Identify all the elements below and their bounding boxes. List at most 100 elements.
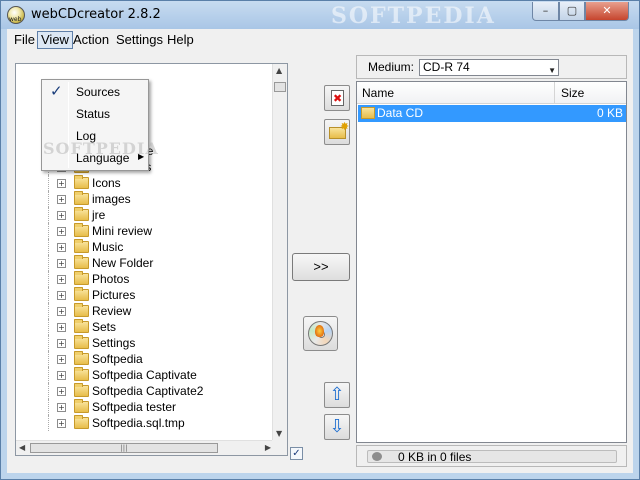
- expand-icon[interactable]: +: [57, 371, 66, 380]
- tree-connector: [48, 335, 49, 351]
- expand-icon[interactable]: +: [57, 419, 66, 428]
- tree-row[interactable]: + jre: [16, 207, 274, 223]
- title-bar[interactable]: web webCDcreator 2.8.2 SOFTPEDIA – ▢ ✕: [1, 1, 639, 29]
- cd-contents-list[interactable]: Name Size Data CD 0 KB: [356, 81, 627, 443]
- tree-horizontal-scrollbar[interactable]: ◀ ||| ▶: [16, 440, 274, 455]
- tree-row-label: Icons: [92, 176, 121, 190]
- tree-row-label: Mini review: [92, 224, 153, 238]
- folder-icon: [74, 351, 89, 365]
- tree-row[interactable]: + Mini review: [16, 223, 274, 239]
- expand-icon[interactable]: +: [57, 259, 66, 268]
- tree-row[interactable]: + Review: [16, 303, 274, 319]
- menu-help[interactable]: Help: [164, 31, 197, 49]
- expand-icon[interactable]: +: [57, 291, 66, 300]
- scroll-up-icon[interactable]: ▲: [276, 66, 282, 75]
- move-down-button[interactable]: ⇩: [324, 414, 350, 440]
- expand-icon[interactable]: +: [57, 307, 66, 316]
- folder-icon: [74, 239, 89, 253]
- tree-row-label: Softpedia Captivate2: [92, 384, 204, 398]
- move-up-button[interactable]: ⇧: [324, 382, 350, 408]
- tree-connector: [48, 175, 49, 191]
- tree-row-label: images: [92, 192, 131, 206]
- expand-icon[interactable]: +: [57, 227, 66, 236]
- tree-row-label: Softpedia.sql.tmp: [92, 416, 185, 430]
- tree-row[interactable]: + Softpedia Captivate: [16, 367, 274, 383]
- menu-item-label: Status: [76, 107, 111, 121]
- expand-icon[interactable]: +: [57, 403, 66, 412]
- list-header: Name Size: [357, 82, 626, 104]
- tree-connector: [48, 319, 49, 335]
- add-to-cd-button[interactable]: >>: [292, 253, 350, 281]
- expand-icon[interactable]: +: [57, 323, 66, 332]
- tree-row[interactable]: + Music: [16, 239, 274, 255]
- menu-settings[interactable]: Settings: [113, 31, 166, 49]
- tree-row-label: Photos: [92, 272, 130, 286]
- expand-icon[interactable]: +: [57, 179, 66, 188]
- status-text: 0 KB in 0 files: [398, 450, 472, 464]
- expand-icon[interactable]: +: [57, 387, 66, 396]
- view-menu-sources[interactable]: ✓ Sources: [44, 81, 146, 103]
- folder-icon: [74, 415, 89, 429]
- tree-row-label: Settings: [92, 336, 136, 350]
- menu-file[interactable]: File: [11, 31, 38, 49]
- folder-icon: [74, 223, 89, 237]
- scroll-thumb[interactable]: [274, 82, 286, 92]
- tree-row[interactable]: + New Folder: [16, 255, 274, 271]
- menu-view[interactable]: View: [37, 31, 73, 49]
- include-subfolders-checkbox[interactable]: ✓: [290, 447, 303, 460]
- arrow-up-icon: ⇧: [329, 384, 345, 405]
- app-cd-icon[interactable]: web: [7, 6, 25, 24]
- folder-icon: [74, 303, 89, 317]
- expand-icon[interactable]: +: [57, 195, 66, 204]
- tree-row[interactable]: + Softpedia tester: [16, 399, 274, 415]
- scroll-down-icon[interactable]: ▼: [276, 429, 282, 438]
- folder-icon: [74, 271, 89, 285]
- tree-row[interactable]: + Icons: [16, 175, 274, 191]
- tree-row[interactable]: + Pictures: [16, 287, 274, 303]
- remove-file-button[interactable]: [324, 85, 350, 111]
- burn-cd-button[interactable]: [303, 316, 338, 351]
- expand-icon[interactable]: +: [57, 339, 66, 348]
- sparkle-icon: ✸: [340, 120, 350, 133]
- tree-row[interactable]: + Sets: [16, 319, 274, 335]
- medium-select[interactable]: CD-R 74 ▼: [419, 59, 559, 76]
- column-header-size[interactable]: Size: [555, 82, 626, 104]
- folder-icon: [74, 191, 89, 205]
- list-row-data-cd[interactable]: Data CD 0 KB: [358, 105, 626, 122]
- medium-bar: Medium: CD-R 74 ▼: [356, 55, 627, 79]
- tree-row-label: New Folder: [92, 256, 154, 270]
- expand-icon[interactable]: +: [57, 355, 66, 364]
- tree-row-label: Softpedia tester: [92, 400, 177, 414]
- tree-vertical-scrollbar[interactable]: ▲ ▼: [272, 64, 287, 440]
- softpedia-watermark: SOFTPEDIA: [331, 3, 496, 29]
- folder-icon: [74, 287, 89, 301]
- close-button[interactable]: ✕: [585, 2, 629, 21]
- expand-icon[interactable]: +: [57, 243, 66, 252]
- status-led-icon: [372, 452, 382, 461]
- tree-row[interactable]: + Settings: [16, 335, 274, 351]
- column-header-name[interactable]: Name: [357, 82, 555, 104]
- tree-row[interactable]: + Softpedia.sql.tmp: [16, 415, 274, 431]
- maximize-button[interactable]: ▢: [559, 2, 585, 21]
- status-bar: 0 KB in 0 files: [356, 445, 627, 467]
- chevron-down-icon[interactable]: ▼: [548, 63, 556, 78]
- minimize-button[interactable]: –: [532, 2, 559, 21]
- burn-progress-bar: 0 KB in 0 files: [367, 450, 617, 464]
- expand-icon[interactable]: +: [57, 211, 66, 220]
- scroll-left-icon[interactable]: ◀: [19, 443, 25, 452]
- tree-row-label: Softpedia: [92, 352, 143, 366]
- folder-icon: [74, 319, 89, 333]
- new-folder-button[interactable]: ✸: [324, 119, 350, 145]
- tree-row[interactable]: + Softpedia: [16, 351, 274, 367]
- tree-row[interactable]: + Softpedia Captivate2: [16, 383, 274, 399]
- scroll-right-icon[interactable]: ▶: [265, 443, 271, 452]
- tree-row[interactable]: + images: [16, 191, 274, 207]
- softpedia-watermark-menu: SOFTPEDIA: [43, 139, 159, 158]
- tree-connector: [48, 287, 49, 303]
- horizontal-scroll-thumb[interactable]: |||: [30, 443, 218, 453]
- expand-icon[interactable]: +: [57, 275, 66, 284]
- view-menu-status[interactable]: Status: [44, 103, 146, 125]
- tree-row[interactable]: + Photos: [16, 271, 274, 287]
- medium-label: Medium:: [368, 60, 415, 74]
- menu-action[interactable]: Action: [70, 31, 112, 49]
